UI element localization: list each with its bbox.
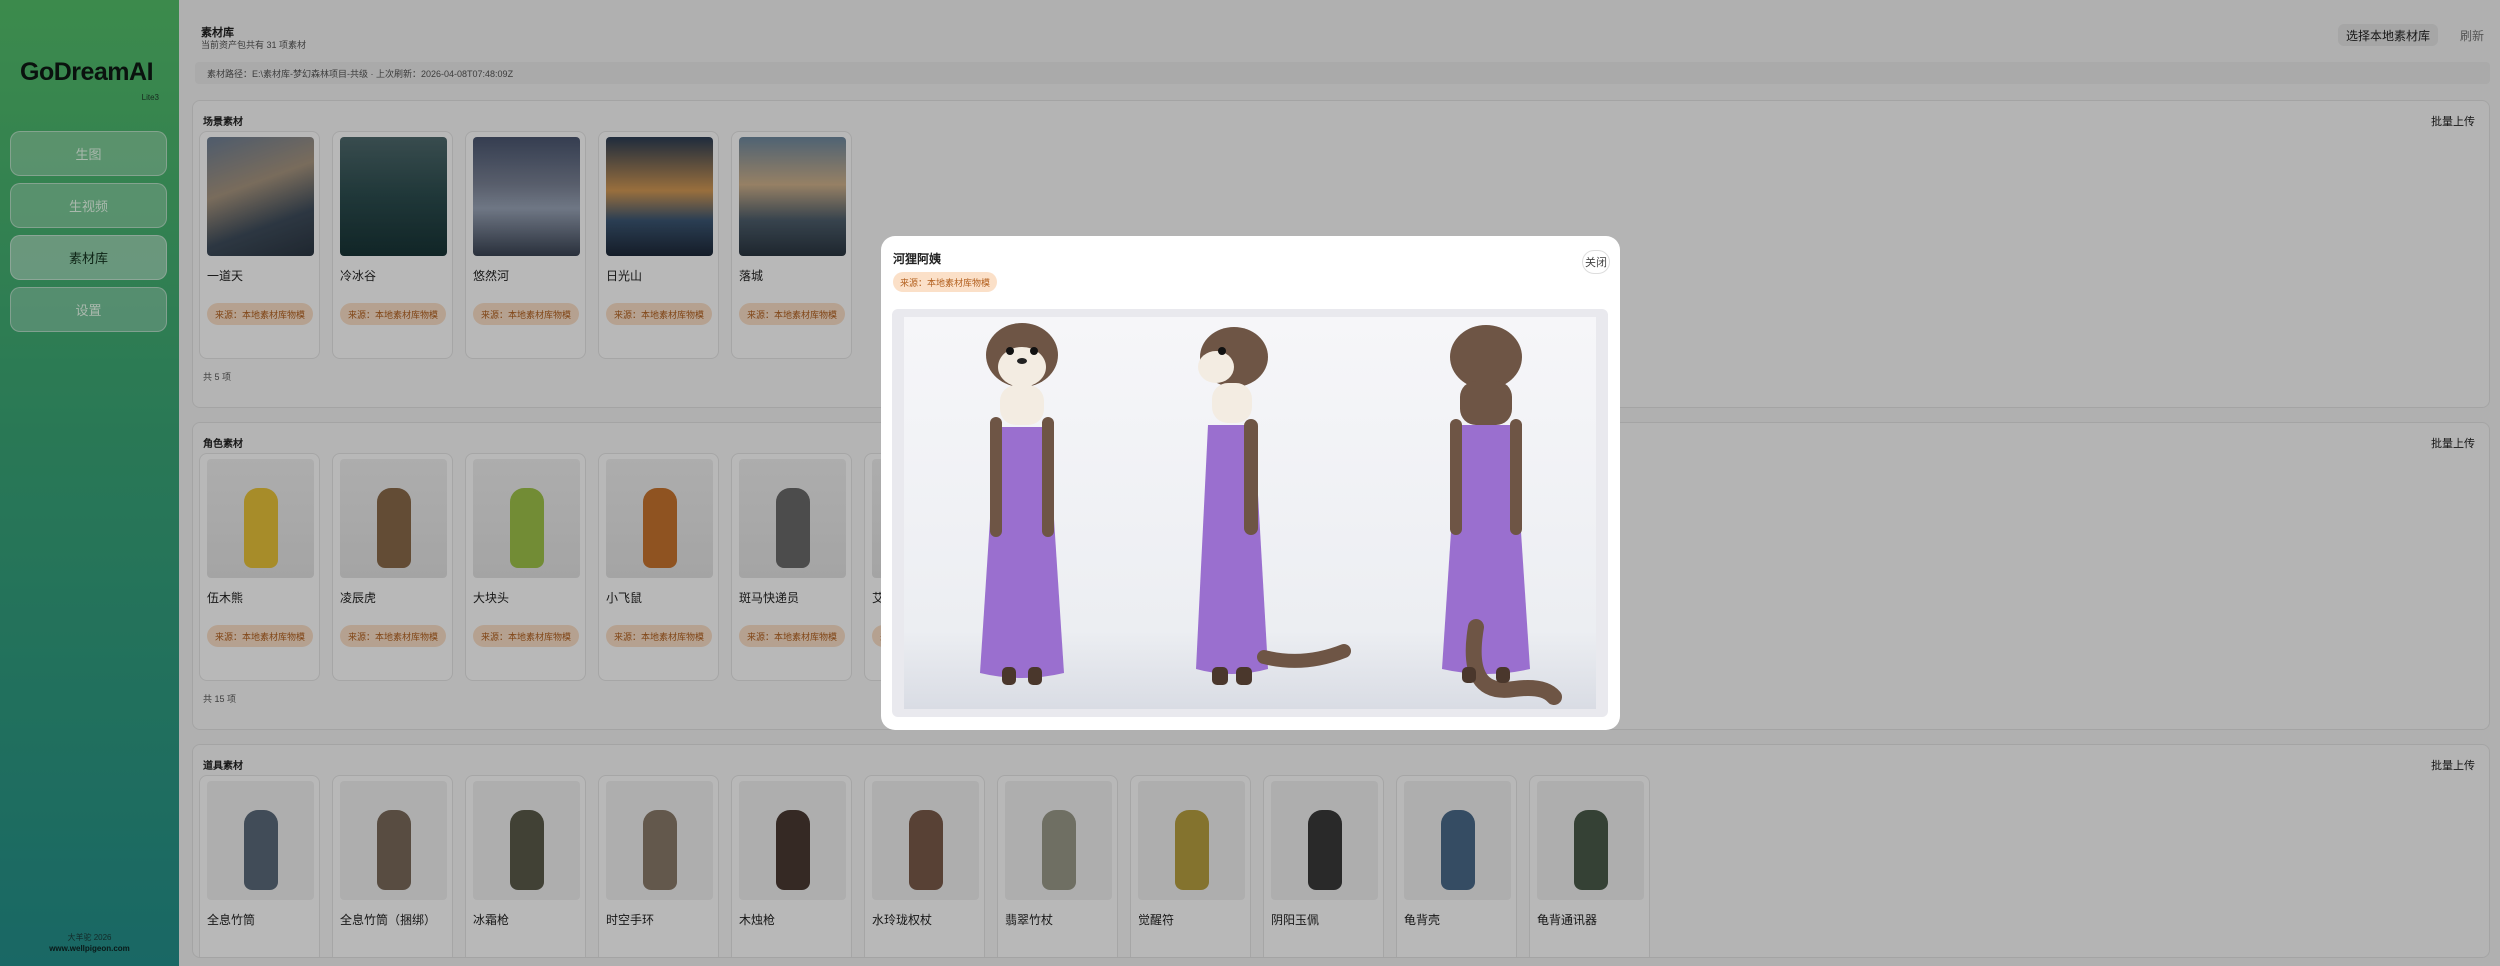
preview-image-frame (892, 309, 1608, 717)
preview-image (904, 317, 1596, 709)
modal-backdrop[interactable]: 河狸阿姨 来源：本地素材库物模 关闭 (0, 0, 2500, 966)
preview-modal: 河狸阿姨 来源：本地素材库物模 关闭 (881, 236, 1620, 730)
otter-turnaround-image (980, 323, 1562, 705)
close-button[interactable]: 关闭 (1582, 250, 1610, 274)
modal-title: 河狸阿姨 (893, 252, 942, 266)
source-badge: 来源：本地素材库物模 (893, 272, 998, 292)
